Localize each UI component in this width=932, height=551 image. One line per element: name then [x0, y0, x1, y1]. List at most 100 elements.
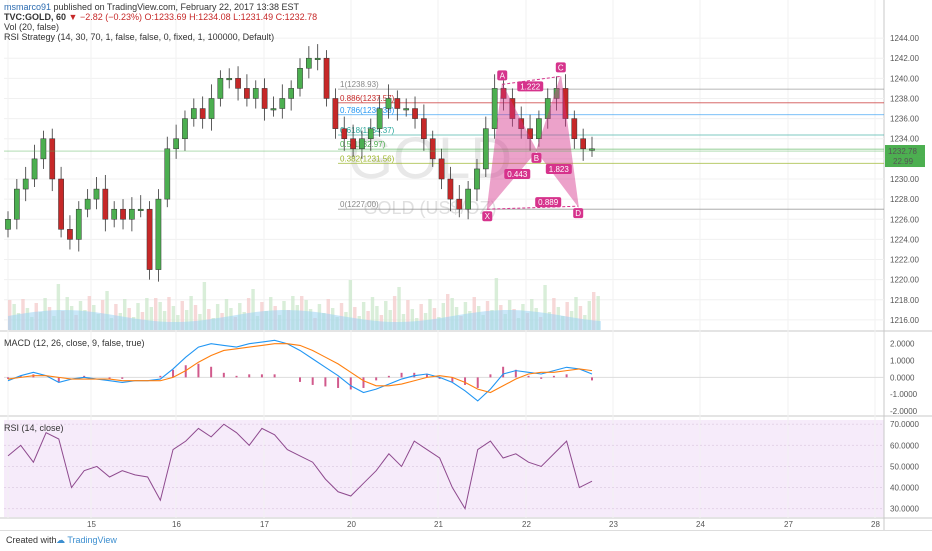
candle-body — [164, 148, 171, 200]
time-tick-label: 24 — [696, 520, 705, 529]
pattern-point-label: X — [485, 212, 491, 221]
candle-body — [226, 78, 233, 81]
candle-body — [208, 98, 215, 119]
cloud-icon: ☁ — [56, 535, 65, 545]
candle-body — [403, 108, 410, 111]
change-down-icon: ▼ — [68, 12, 78, 22]
publish-info: msmarco91 published on TradingView.com, … — [4, 2, 299, 12]
price-tick-label: 1236.00 — [890, 115, 919, 124]
candle-body — [137, 208, 144, 211]
candle-body — [252, 88, 259, 99]
tradingview-logo[interactable]: ☁ TradingView — [56, 535, 117, 546]
price-tick-label: 1216.00 — [890, 316, 919, 325]
macd-tick-label: 0.0000 — [890, 373, 915, 382]
macd-tick-label: 1.0000 — [890, 357, 915, 366]
rsi-tick-label: 40.0000 — [890, 484, 919, 493]
candle-body — [421, 118, 427, 139]
pattern-ratio-label: 1.823 — [549, 165, 570, 174]
footer: Created with ☁ TradingView — [0, 530, 932, 551]
candle-body — [5, 219, 11, 230]
rsi-strategy-label[interactable]: RSI Strategy (14, 30, 70, 1, false, fals… — [4, 32, 274, 42]
pattern-ratio-label: 0.889 — [538, 198, 559, 207]
pattern-point-label: D — [575, 209, 581, 218]
candle-body — [93, 188, 100, 200]
last-price-label-2: 22.99 — [893, 157, 914, 166]
candle-body — [367, 128, 374, 139]
candle-body — [314, 57, 321, 60]
candle-body — [474, 168, 480, 190]
price-tick-label: 1226.00 — [890, 215, 919, 224]
candle-body — [385, 98, 392, 109]
time-tick-label: 15 — [87, 520, 96, 529]
candle-body — [341, 128, 348, 139]
candle-body — [49, 138, 56, 180]
pattern-ratio-label: 1.222 — [520, 82, 541, 91]
candle-body — [412, 108, 418, 119]
candle-body — [31, 158, 38, 180]
candle-body — [261, 88, 268, 109]
pattern-point-label: A — [500, 71, 506, 80]
time-tick-label: 22 — [522, 520, 531, 529]
candle-body — [190, 108, 197, 119]
candle-body — [111, 208, 118, 220]
candle-body — [75, 208, 82, 240]
candle-body — [482, 128, 489, 170]
pattern-point-label: B — [534, 154, 539, 163]
time-tick-label: 16 — [172, 520, 181, 529]
candle-body — [394, 98, 401, 109]
chart-canvas: 1244.00 1242.00 1240.00 1238.00 1236.00 1234.… — [0, 0, 932, 530]
candle-body — [429, 138, 436, 160]
rsi-pane-label[interactable]: RSI (14, close) — [4, 423, 64, 433]
time-tick-label: 27 — [784, 520, 793, 529]
candle-body — [129, 208, 135, 220]
candle-body — [173, 138, 179, 150]
candle-body — [155, 198, 162, 270]
candle-body — [217, 78, 224, 99]
fib-level-label: 1(1238.93) — [340, 80, 379, 89]
candle-body — [305, 57, 312, 69]
candle-body — [589, 148, 595, 151]
candle-body — [84, 198, 91, 210]
macd-tick-label: -2.0000 — [890, 407, 918, 416]
price-tick-label: 1228.00 — [890, 195, 919, 204]
time-tick-label: 21 — [434, 520, 443, 529]
candle-body — [120, 208, 126, 220]
time-tick-label: 23 — [609, 520, 618, 529]
candle-body — [13, 188, 20, 220]
macd-tick-label: 2.0000 — [890, 340, 915, 349]
author-link[interactable]: msmarco91 — [4, 2, 51, 12]
price-tick-label: 1218.00 — [890, 296, 919, 305]
candle-body — [22, 178, 29, 190]
vol-indicator-label[interactable]: Vol (20, false) — [4, 22, 59, 32]
pattern-point-label: C — [558, 63, 564, 72]
candle-body — [182, 118, 188, 139]
candle-body — [438, 158, 445, 180]
price-tick-label: 1244.00 — [890, 34, 919, 43]
price-tick-label: 1238.00 — [890, 94, 919, 103]
candle-body — [67, 229, 73, 240]
price-tick-label: 1234.00 — [890, 135, 919, 144]
candle-body — [146, 208, 153, 270]
price-tick-label: 1242.00 — [890, 54, 919, 63]
price-tick-label: 1240.00 — [890, 74, 919, 83]
candle-body — [244, 88, 250, 99]
candle-body — [536, 118, 542, 139]
candle-body — [376, 108, 383, 129]
rsi-tick-label: 50.0000 — [890, 462, 919, 471]
candle-body — [288, 88, 295, 99]
time-tick-label: 17 — [260, 520, 269, 529]
macd-tick-label: -1.0000 — [890, 390, 918, 399]
publish-text: published on TradingView.com, February 2… — [53, 2, 300, 12]
rsi-tick-label: 30.0000 — [890, 505, 919, 514]
price-tick-label: 1230.00 — [890, 175, 919, 184]
candle-body — [270, 108, 277, 111]
candle-body — [297, 68, 303, 89]
candle-body — [359, 138, 365, 150]
fib-level-label: 0.618(1234.37) — [340, 126, 395, 135]
fib-level-label: 0.382(1231.56) — [340, 154, 395, 163]
candle-body — [350, 138, 356, 150]
macd-pane-label[interactable]: MACD (12, 26, close, 9, false, true) — [4, 338, 145, 348]
candle-body — [323, 57, 330, 99]
last-price-label: 1232.78 — [888, 147, 917, 156]
symbol-line: TVC:GOLD, 60 ▼ −2.82 (−0.23%) O:1233.69 … — [4, 12, 317, 22]
